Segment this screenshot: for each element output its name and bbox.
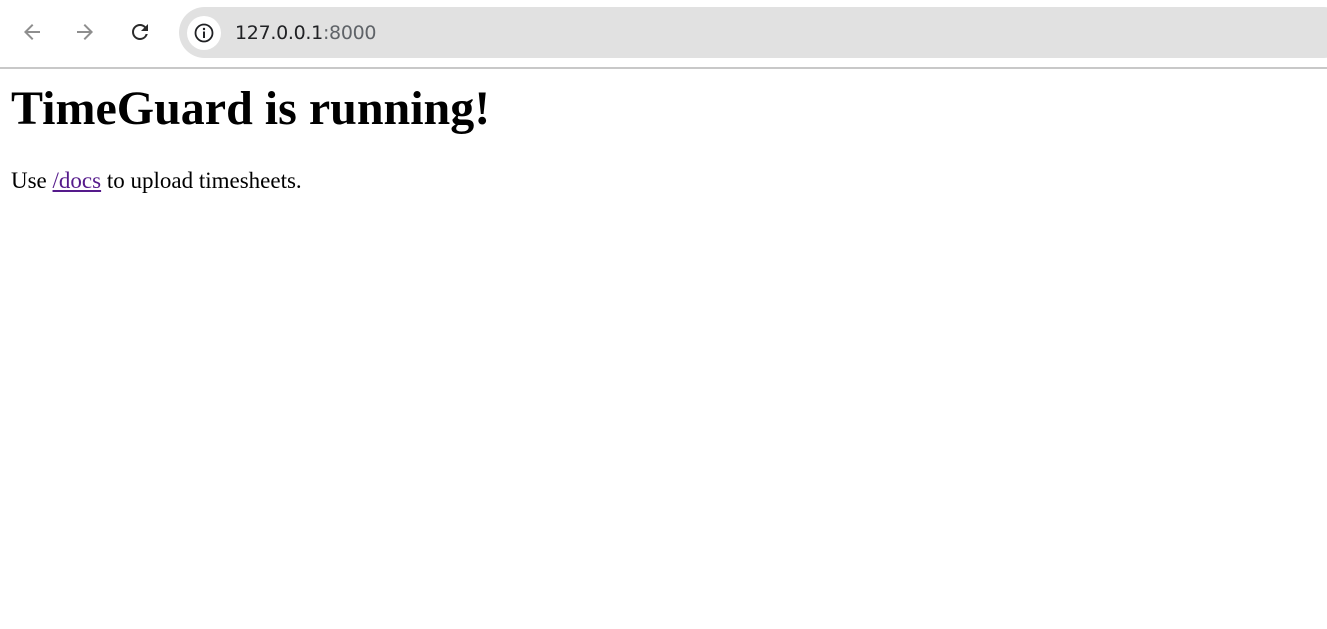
page-title: TimeGuard is running! [11,82,491,135]
forward-button[interactable] [68,15,102,49]
back-button[interactable] [15,15,49,49]
reload-button[interactable] [123,15,157,49]
page-content: TimeGuard is running! Use /docs to uploa… [0,69,1327,629]
info-icon [194,23,214,43]
arrow-left-icon [24,24,40,40]
address-bar[interactable]: 127.0.0.1:8000 [179,7,1327,58]
arrow-right-icon [77,24,93,40]
site-info-button[interactable] [187,16,221,50]
reload-icon [132,24,148,40]
browser-toolbar: 127.0.0.1:8000 [0,0,1327,69]
page-description: Use /docs to upload timesheets. [11,166,302,196]
url-port: :8000 [322,22,377,44]
url-text[interactable]: 127.0.0.1:8000 [235,21,377,45]
url-host: 127.0.0.1 [235,22,323,44]
text-after-link: to upload timesheets. [101,168,302,193]
docs-link[interactable]: /docs [53,168,102,193]
text-before-link: Use [11,168,53,193]
